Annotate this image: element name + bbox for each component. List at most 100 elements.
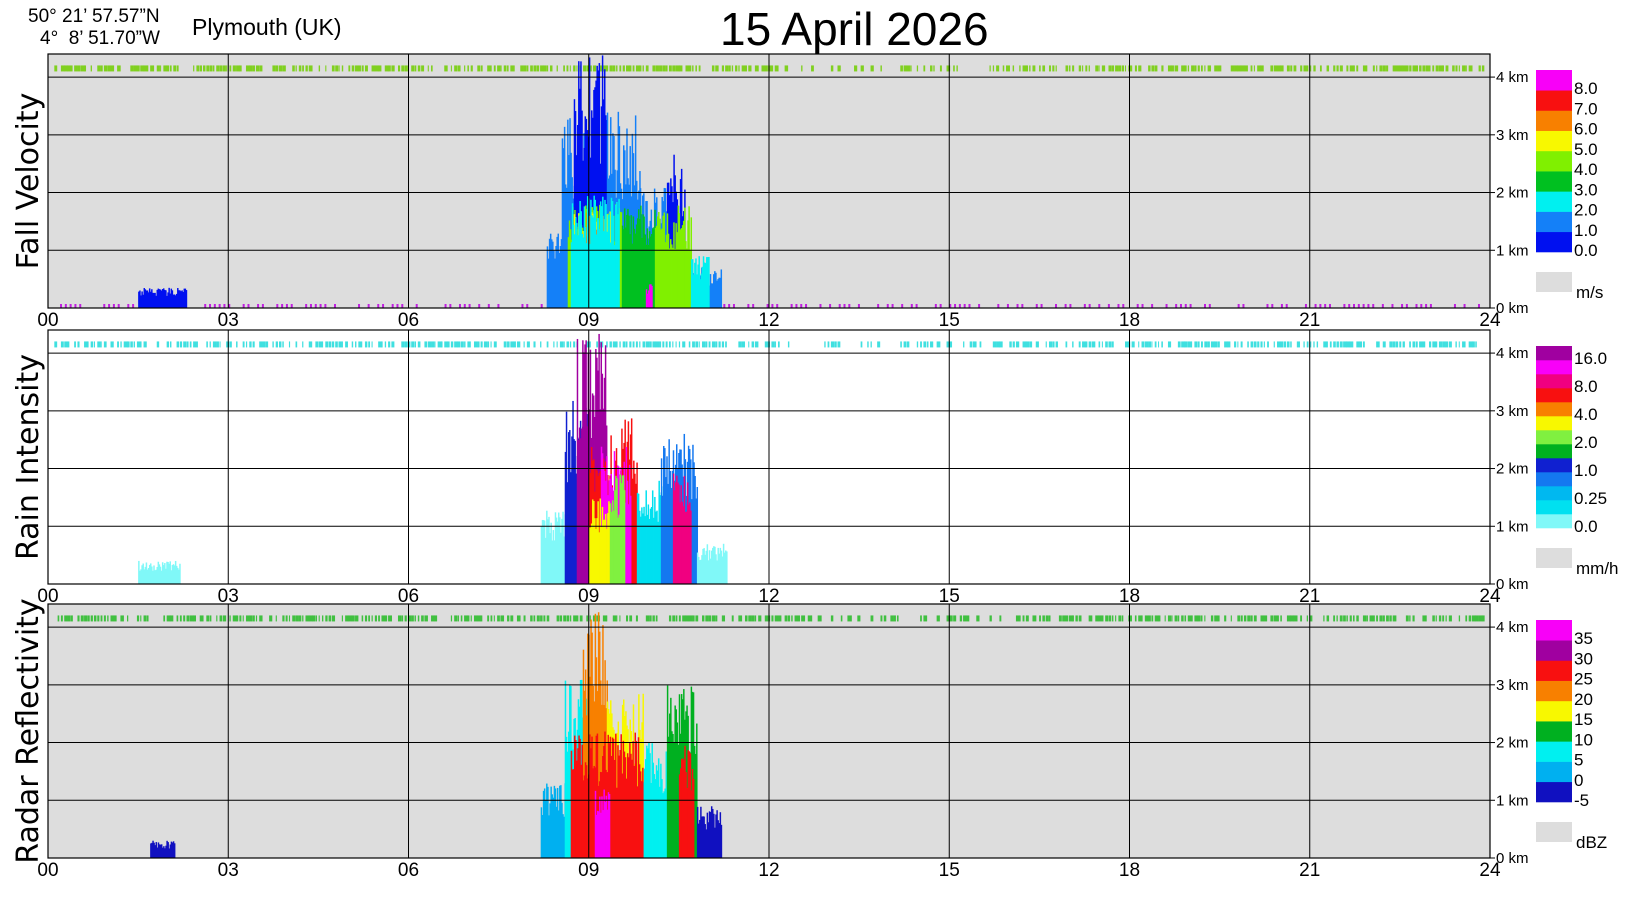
legend-label: 0.0 — [1574, 517, 1598, 536]
echo-band-dash — [1349, 341, 1354, 348]
echo-band-dash — [1366, 615, 1368, 622]
legend-label: -5 — [1574, 791, 1589, 810]
echo-band-dash — [315, 615, 317, 622]
legend-swatch — [1536, 761, 1572, 783]
surface-dash — [1136, 304, 1139, 308]
legend-no-data-swatch — [1536, 548, 1572, 568]
echo-band-dash — [1280, 341, 1284, 348]
echo-band-dash — [1409, 615, 1411, 622]
echo-band-dash — [70, 65, 73, 72]
echo-band-dash — [956, 65, 958, 72]
echo-band-dash — [1078, 615, 1082, 622]
echo-band-dash — [176, 65, 179, 72]
echo-band-dash — [259, 615, 263, 622]
echo-band-dash — [1412, 615, 1415, 622]
echo-band-dash — [351, 615, 355, 622]
surface-dash — [910, 304, 913, 308]
echo-band-dash — [1376, 615, 1378, 622]
echo-band-dash — [1273, 615, 1278, 622]
echo-band-dash — [103, 65, 108, 72]
legend-swatch — [1536, 90, 1572, 111]
echo-band-dash — [1174, 615, 1178, 622]
echo-band-dash — [1458, 615, 1461, 622]
echo-band-dash — [764, 65, 768, 72]
echo-band-dash — [612, 65, 616, 72]
time-tick-label: 03 — [218, 860, 239, 881]
echo-band-dash — [1425, 615, 1427, 622]
echo-band-dash — [705, 341, 708, 348]
echo-band-dash — [711, 341, 716, 348]
echo-band-dash — [236, 65, 240, 72]
echo-band-dash — [351, 65, 355, 72]
echo-band-dash — [1224, 341, 1228, 348]
surface-dash — [1069, 304, 1072, 308]
time-tick-label: 15 — [939, 860, 960, 881]
echo-band-dash — [1098, 65, 1100, 72]
echo-band-dash — [655, 341, 660, 348]
echo-band-dash — [411, 65, 415, 72]
echo-band-dash — [295, 615, 299, 622]
echo-band-dash — [533, 65, 537, 72]
echo-band-dash — [665, 341, 668, 348]
echo-band-dash — [1015, 615, 1020, 622]
echo-band-dash — [520, 65, 524, 72]
echo-band-dash — [1118, 615, 1122, 622]
echo-band-dash — [1455, 341, 1457, 348]
echo-band-dash — [480, 615, 483, 622]
echo-band-dash — [288, 615, 291, 622]
echo-band-dash — [1240, 65, 1245, 72]
echo-band-dash — [84, 65, 87, 72]
legend-swatch — [1536, 500, 1572, 515]
surface-dash — [1165, 304, 1168, 308]
echo-band-dash — [1379, 65, 1383, 72]
surface-dash — [997, 304, 1000, 308]
legend-label: 10 — [1574, 730, 1593, 749]
echo-band-dash — [401, 341, 405, 348]
echo-band-dash — [642, 341, 646, 348]
echo-band-dash — [282, 341, 284, 348]
legend-swatch — [1536, 416, 1572, 431]
echo-band-dash — [457, 615, 459, 622]
echo-band-dash — [1247, 615, 1251, 622]
echo-band-dash — [219, 615, 223, 622]
surface-dash — [891, 304, 894, 308]
echo-band-dash — [751, 341, 755, 348]
echo-band-dash — [1167, 341, 1172, 348]
echo-band-dash — [120, 341, 122, 348]
echo-band-dash — [226, 65, 228, 72]
echo-band-dash — [1395, 65, 1400, 72]
echo-band-dash — [1184, 65, 1187, 72]
echo-band-dash — [1253, 65, 1255, 72]
echo-band-dash — [414, 341, 417, 348]
echo-column — [173, 843, 176, 858]
echo-band-dash — [156, 65, 160, 72]
echo-band-dash — [920, 341, 922, 348]
echo-band-dash — [1161, 341, 1163, 348]
echo-band-dash — [556, 341, 558, 348]
echo-band-dash — [417, 341, 421, 348]
echo-band-dash — [70, 615, 73, 622]
echo-band-dash — [1108, 341, 1112, 348]
echo-band-dash — [1359, 341, 1363, 348]
legend-swatch — [1536, 346, 1572, 361]
echo-band-dash — [744, 65, 747, 72]
legend-label: 16.0 — [1574, 349, 1607, 368]
echo-band-dash — [1257, 65, 1262, 72]
echo-band-dash — [672, 615, 676, 622]
echo-band-dash — [1098, 341, 1101, 348]
echo-band-dash — [1121, 65, 1125, 72]
surface-dash — [1035, 304, 1038, 308]
echo-band-dash — [1293, 65, 1297, 72]
echo-band-dash — [933, 65, 935, 72]
altitude-tick-label: 1 km — [1496, 242, 1529, 259]
echo-band-dash — [1366, 65, 1368, 72]
echo-band-dash — [546, 341, 549, 348]
echo-band-dash — [1098, 615, 1102, 622]
echo-band-dash — [404, 341, 408, 348]
echo-band-dash — [1217, 615, 1220, 622]
echo-band-dash — [1045, 341, 1047, 348]
echo-band-dash — [1048, 615, 1051, 622]
echo-band-dash — [695, 615, 699, 622]
legend-label: 5.0 — [1574, 140, 1598, 159]
echo-band-dash — [708, 615, 712, 622]
